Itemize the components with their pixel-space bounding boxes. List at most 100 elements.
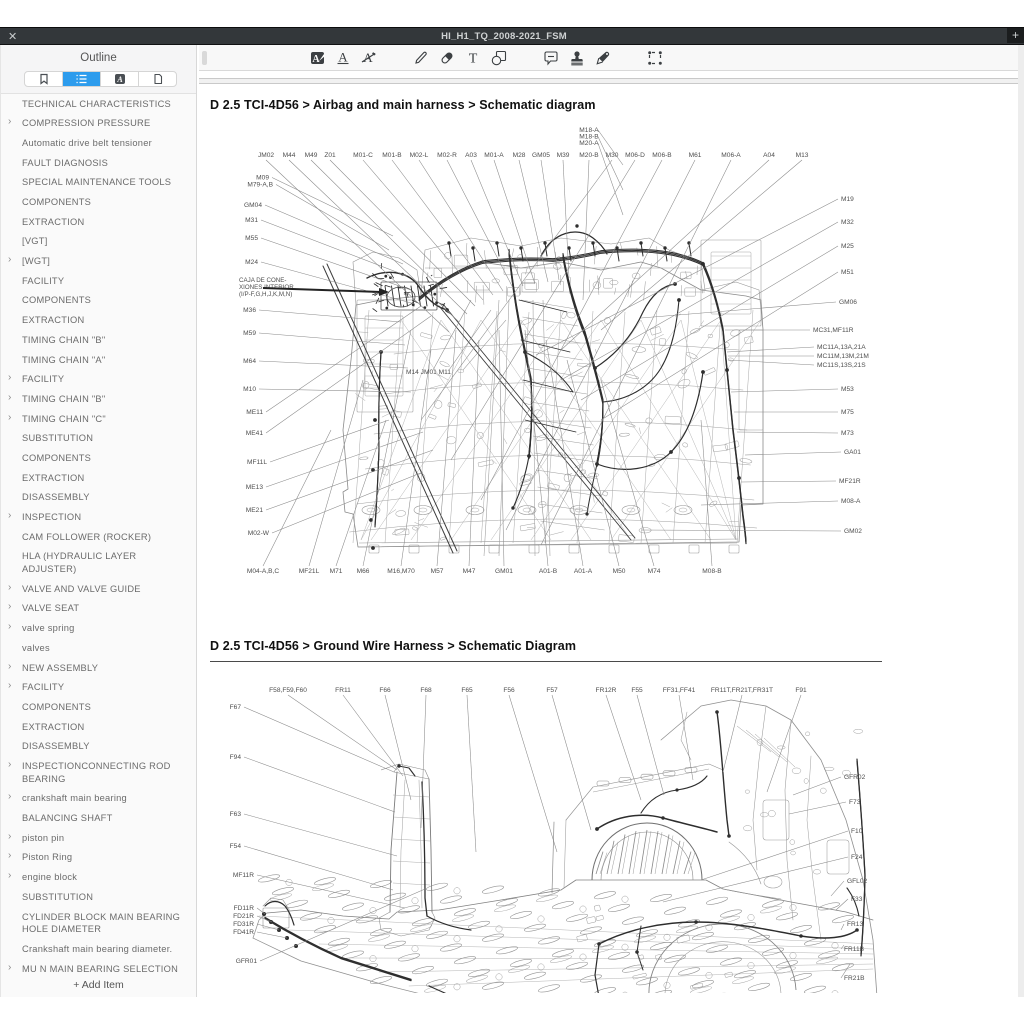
svg-text:M49: M49 — [304, 152, 317, 159]
svg-text:M66: M66 — [356, 568, 369, 575]
svg-text:MF11L: MF11L — [246, 459, 266, 466]
svg-text:M47: M47 — [462, 568, 475, 575]
svg-text:M53: M53 — [841, 386, 854, 393]
svg-text:M73: M73 — [841, 430, 854, 437]
svg-text:M36: M36 — [243, 307, 256, 314]
svg-text:MC11M,13M,21M: MC11M,13M,21M — [817, 353, 869, 360]
svg-text:F55: F55 — [631, 687, 643, 694]
svg-text:ME21: ME21 — [245, 507, 263, 514]
svg-text:Z01: Z01 — [324, 152, 336, 159]
svg-text:M20-B: M20-B — [579, 152, 599, 159]
svg-text:GFR01: GFR01 — [235, 958, 257, 965]
svg-text:M01-B: M01-B — [382, 152, 402, 159]
svg-text:FD41R: FD41R — [233, 929, 254, 936]
svg-text:M71: M71 — [329, 568, 342, 575]
svg-text:M75: M75 — [841, 409, 854, 416]
svg-text:JM02: JM02 — [257, 152, 273, 159]
svg-text:M32: M32 — [841, 219, 854, 226]
svg-text:GM04: GM04 — [244, 202, 262, 209]
svg-text:FD31R: FD31R — [233, 921, 254, 928]
svg-text:F56: F56 — [503, 687, 515, 694]
svg-text:MF21L: MF21L — [298, 568, 319, 575]
svg-text:FD21R: FD21R — [233, 913, 254, 920]
svg-text:F91: F91 — [795, 687, 807, 694]
svg-text:ME41: ME41 — [245, 430, 263, 437]
svg-text:M20-A: M20-A — [579, 140, 599, 147]
svg-text:M79-A,B: M79-A,B — [247, 182, 273, 189]
svg-text:F58,F59,F60: F58,F59,F60 — [269, 687, 307, 694]
svg-text:M39: M39 — [556, 152, 569, 159]
svg-text:M02-W: M02-W — [247, 530, 269, 537]
svg-text:M09: M09 — [256, 175, 269, 182]
svg-text:M61: M61 — [688, 152, 701, 159]
svg-text:M02-R: M02-R — [437, 152, 457, 159]
svg-text:ME11: ME11 — [246, 409, 263, 416]
svg-text:GFL02: GFL02 — [847, 878, 867, 885]
svg-text:F68: F68 — [420, 687, 432, 694]
svg-text:M74: M74 — [647, 568, 660, 575]
svg-text:M31: M31 — [245, 217, 258, 224]
svg-text:F57: F57 — [546, 687, 558, 694]
svg-text:M14 JM01 M11: M14 JM01 M11 — [406, 369, 451, 376]
svg-text:MC11S,13S,21S: MC11S,13S,21S — [817, 362, 866, 369]
svg-text:M04-A,B,C: M04-A,B,C — [246, 568, 278, 575]
svg-text:M25: M25 — [841, 243, 854, 250]
svg-text:M16,M70: M16,M70 — [387, 568, 415, 575]
svg-text:F63: F63 — [229, 811, 241, 818]
svg-text:M51: M51 — [841, 269, 854, 276]
svg-text:M50: M50 — [612, 568, 625, 575]
svg-text:ME13: ME13 — [245, 484, 263, 491]
svg-text:A: A — [116, 75, 123, 84]
svg-text:GM01: GM01 — [495, 568, 513, 575]
svg-text:A04: A04 — [763, 152, 775, 159]
svg-text:M06-D: M06-D — [625, 152, 645, 159]
svg-text:A: A — [338, 50, 348, 65]
svg-text:FR13: FR13 — [847, 921, 863, 928]
svg-text:M19: M19 — [841, 196, 854, 203]
svg-text:F67: F67 — [229, 704, 241, 711]
svg-text:F73: F73 — [849, 799, 861, 806]
svg-text:M13: M13 — [795, 152, 808, 159]
svg-text:M64: M64 — [243, 358, 256, 365]
svg-text:M06-A: M06-A — [721, 152, 741, 159]
svg-text:M24: M24 — [245, 259, 258, 266]
svg-text:M08-B: M08-B — [702, 568, 722, 575]
svg-text:A01-B: A01-B — [538, 568, 557, 575]
svg-text:F94: F94 — [229, 754, 241, 761]
svg-text:M30: M30 — [605, 152, 618, 159]
svg-text:FD11R: FD11R — [233, 905, 254, 912]
svg-text:MC31,MF11R: MC31,MF11R — [813, 327, 854, 334]
svg-text:F54: F54 — [229, 843, 241, 850]
svg-text:MF21R: MF21R — [839, 478, 861, 485]
svg-text:A01-A: A01-A — [573, 568, 592, 575]
svg-text:M08-A: M08-A — [841, 498, 861, 505]
svg-text:M06-B: M06-B — [652, 152, 672, 159]
svg-text:FR11: FR11 — [335, 687, 351, 694]
svg-text:F10: F10 — [851, 828, 863, 835]
svg-text:M01-C: M01-C — [353, 152, 373, 159]
svg-text:GFR02: GFR02 — [844, 774, 866, 781]
svg-text:M01-A: M01-A — [484, 152, 504, 159]
svg-text:MF11R: MF11R — [232, 872, 253, 879]
svg-text:GM05: GM05 — [532, 152, 550, 159]
svg-text:MC11A,13A,21A: MC11A,13A,21A — [817, 344, 866, 351]
svg-text:M55: M55 — [245, 235, 258, 242]
svg-text:GM02: GM02 — [844, 528, 862, 535]
svg-text:A03: A03 — [465, 152, 477, 159]
svg-text:M02-L: M02-L — [409, 152, 428, 159]
svg-text:A: A — [312, 54, 320, 65]
svg-text:M57: M57 — [430, 568, 443, 575]
svg-text:M28: M28 — [512, 152, 525, 159]
svg-text:CAJA DE CONE-: CAJA DE CONE- — [239, 277, 286, 284]
svg-text:F66: F66 — [379, 687, 391, 694]
svg-text:FR11B: FR11B — [844, 946, 865, 953]
svg-text:(I/P-F,G,H,J,K,M,N): (I/P-F,G,H,J,K,M,N) — [239, 291, 292, 298]
svg-text:FR11T,FR21T,FR31T: FR11T,FR21T,FR31T — [710, 687, 772, 694]
svg-text:FR12R: FR12R — [595, 687, 616, 694]
svg-text:GA01: GA01 — [844, 449, 861, 456]
svg-text:F24: F24 — [851, 854, 863, 861]
svg-text:M44: M44 — [282, 152, 295, 159]
svg-text:FF31,FF41: FF31,FF41 — [662, 687, 695, 694]
svg-text:F65: F65 — [461, 687, 473, 694]
svg-text:GM06: GM06 — [839, 299, 857, 306]
